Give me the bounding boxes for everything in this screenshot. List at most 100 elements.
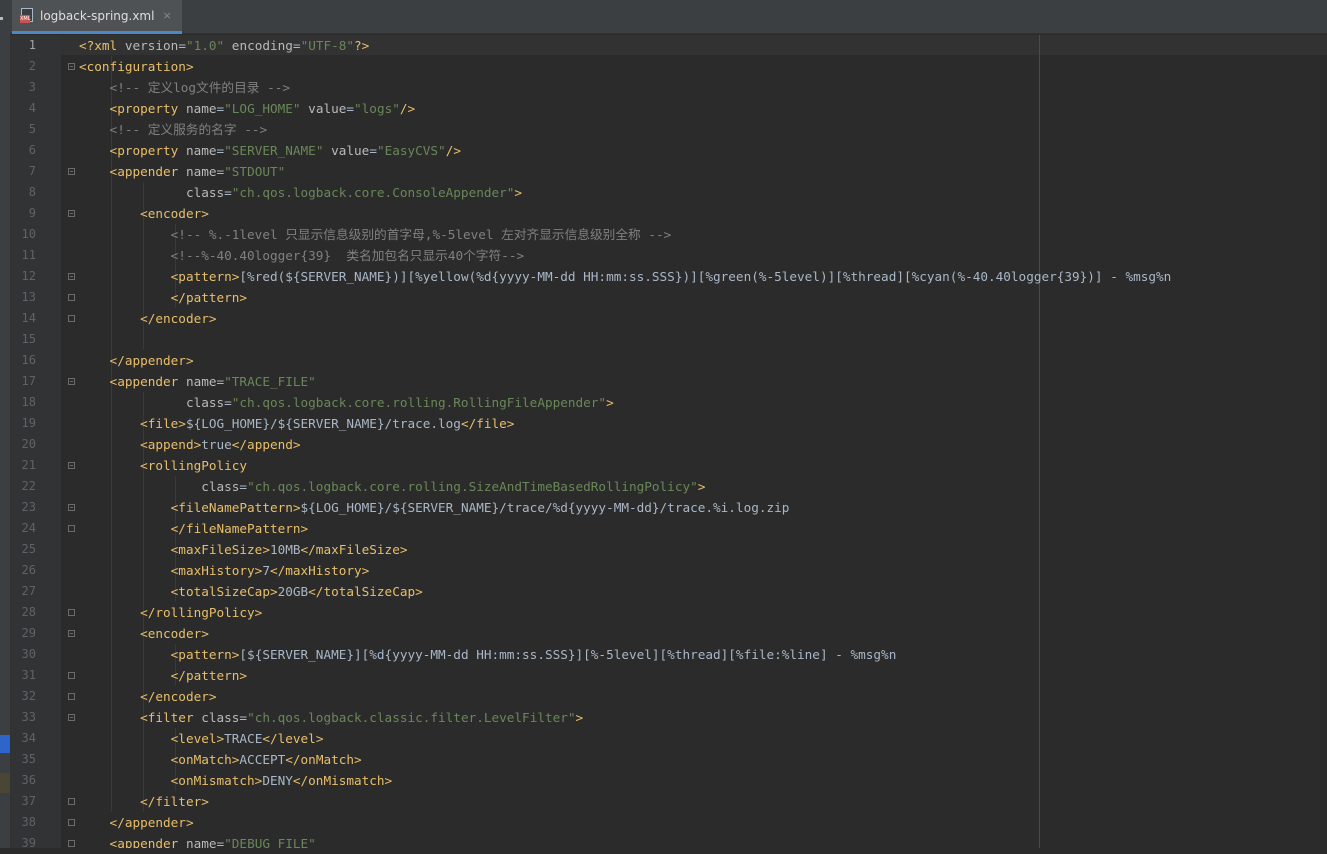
code-token: <!-- 定义服务的名字 -->: [79, 122, 268, 137]
code-token: name: [185, 143, 217, 158]
line-number: 22: [21, 479, 36, 493]
code-token: =: [369, 143, 377, 158]
line-number: 3: [28, 80, 36, 94]
code-token: <append>: [79, 437, 202, 452]
code-token: </maxFileSize>: [300, 542, 408, 557]
code-token: =: [346, 101, 355, 116]
code-token: />: [399, 101, 416, 116]
code-token: </filter>: [79, 794, 209, 809]
close-icon[interactable]: ×: [162, 9, 171, 22]
line-number: 4: [28, 101, 36, 115]
line-number: 34: [21, 731, 36, 745]
code-line: <encoder>: [79, 203, 209, 224]
code-token: >: [697, 479, 706, 494]
code-token: </encoder>: [79, 311, 217, 326]
code-token: <appender: [79, 164, 186, 179]
code-token: <maxHistory>: [79, 563, 263, 578]
line-number: 19: [21, 416, 36, 430]
code-token: =: [216, 164, 225, 179]
code-token: 20GB: [277, 584, 309, 599]
code-token: DENY: [262, 773, 293, 788]
code-token: "EasyCVS": [376, 143, 446, 158]
line-number: 13: [21, 290, 36, 304]
line-number: 32: [21, 689, 36, 703]
line-number: 27: [21, 584, 36, 598]
code-line: <encoder>: [79, 623, 209, 644]
code-token: <maxFileSize>: [79, 542, 270, 557]
code-token: name: [185, 836, 217, 848]
code-line: <property name="LOG_HOME" value="logs"/>: [79, 98, 416, 119]
code-token: =: [239, 710, 248, 725]
line-number: 36: [21, 773, 36, 787]
code-line: <pattern>[${SERVER_NAME}][%d{yyyy-MM-dd …: [79, 644, 897, 665]
line-number: 6: [28, 143, 36, 157]
code-line: <!-- 定义log文件的目录 -->: [79, 77, 290, 98]
tab-logback-spring-xml[interactable]: XML logback-spring.xml ×: [12, 0, 182, 34]
code-token: </fileNamePattern>: [79, 521, 309, 536]
code-token: <appender: [79, 836, 186, 848]
code-line: <!--%-40.40logger{39} 类名加包名只显示40个字符-->: [79, 245, 524, 266]
code-token: ?>: [354, 38, 370, 53]
code-token: true: [201, 437, 232, 452]
code-token: "DEBUG_FILE": [224, 836, 316, 848]
code-token: class: [201, 710, 240, 725]
selected-project-item-marker[interactable]: [0, 735, 10, 753]
code-token: </totalSizeCap>: [308, 584, 423, 599]
code-line: </pattern>: [79, 287, 247, 308]
line-number: 7: [28, 164, 36, 178]
line-number: 8: [28, 185, 36, 199]
code-token: </encoder>: [79, 689, 217, 704]
code-token: </onMismatch>: [292, 773, 393, 788]
code-line: <configuration>: [79, 56, 194, 77]
code-token: [%red(${SERVER_NAME})][%yellow(%d{yyyy-M…: [239, 269, 1172, 284]
code-token: ${LOG_HOME}/${SERVER_NAME}/trace.log: [185, 416, 461, 431]
code-token: <file>: [79, 416, 186, 431]
code-line: </filter>: [79, 791, 209, 812]
code-line: </rollingPolicy>: [79, 602, 262, 623]
code-token: <encoder>: [79, 206, 209, 221]
code-token: />: [445, 143, 461, 158]
code-token: class: [79, 395, 225, 410]
line-number: 28: [21, 605, 36, 619]
code-line: <maxHistory>7</maxHistory>: [79, 560, 370, 581]
code-editor[interactable]: <?xml version="1.0" encoding="UTF-8"?> <c…: [61, 35, 1327, 848]
code-token: =: [216, 101, 225, 116]
code-token: name: [185, 374, 217, 389]
code-line: <!-- %.-1level 只显示信息级别的首字母,%-5level 左对齐显…: [79, 224, 672, 245]
code-token: <appender: [79, 374, 186, 389]
code-line: <appender name="TRACE_FILE": [79, 371, 316, 392]
line-number-gutter: 1 2 3 4 5 6 7 8 9 10 11 12 13 14 15 16 17 18 19 20 21 22 23 24 2…: [11, 35, 75, 850]
code-token: </onMatch>: [285, 752, 362, 767]
code-line: </encoder>: [79, 308, 217, 329]
code-token: =: [224, 185, 232, 200]
code-token: <!-- %.-1level 只显示信息级别的首字母,%-5level 左对齐显…: [79, 227, 672, 242]
code-token: </appender>: [79, 353, 194, 368]
code-token: </maxHistory>: [269, 563, 370, 578]
code-token: <!--%-40.40logger{39} 类名加包名只显示40个字符-->: [79, 248, 525, 263]
code-token: =: [178, 38, 186, 53]
line-number: 20: [21, 437, 36, 451]
code-token: <configuration>: [79, 59, 194, 74]
panel-dot: [0, 17, 3, 20]
code-line: </fileNamePattern>: [79, 518, 309, 539]
line-number: 5: [28, 122, 36, 136]
line-number: 11: [21, 248, 36, 262]
line-number: 23: [21, 500, 36, 514]
code-token: "ch.qos.logback.core.ConsoleAppender": [231, 185, 515, 200]
code-token: =: [224, 395, 232, 410]
code-token: <fileNamePattern>: [79, 500, 301, 515]
code-line: class="ch.qos.logback.core.ConsoleAppend…: [79, 182, 522, 203]
code-token: class: [79, 185, 225, 200]
code-line: <onMismatch>DENY</onMismatch>: [79, 770, 393, 791]
code-line: <append>true</append>: [79, 434, 300, 455]
project-item-marker[interactable]: [0, 773, 10, 793]
code-token: encoding: [224, 38, 293, 53]
code-token: <property: [79, 143, 186, 158]
code-token: "ch.qos.logback.core.rolling.RollingFile…: [231, 395, 607, 410]
code-token: ACCEPT: [239, 752, 286, 767]
code-line: </encoder>: [79, 686, 217, 707]
code-line: <level>TRACE</level>: [79, 728, 324, 749]
code-line: <maxFileSize>10MB</maxFileSize>: [79, 539, 408, 560]
editor-tab-bar: XML logback-spring.xml ×: [10, 0, 1327, 34]
code-line: <rollingPolicy: [79, 455, 247, 476]
